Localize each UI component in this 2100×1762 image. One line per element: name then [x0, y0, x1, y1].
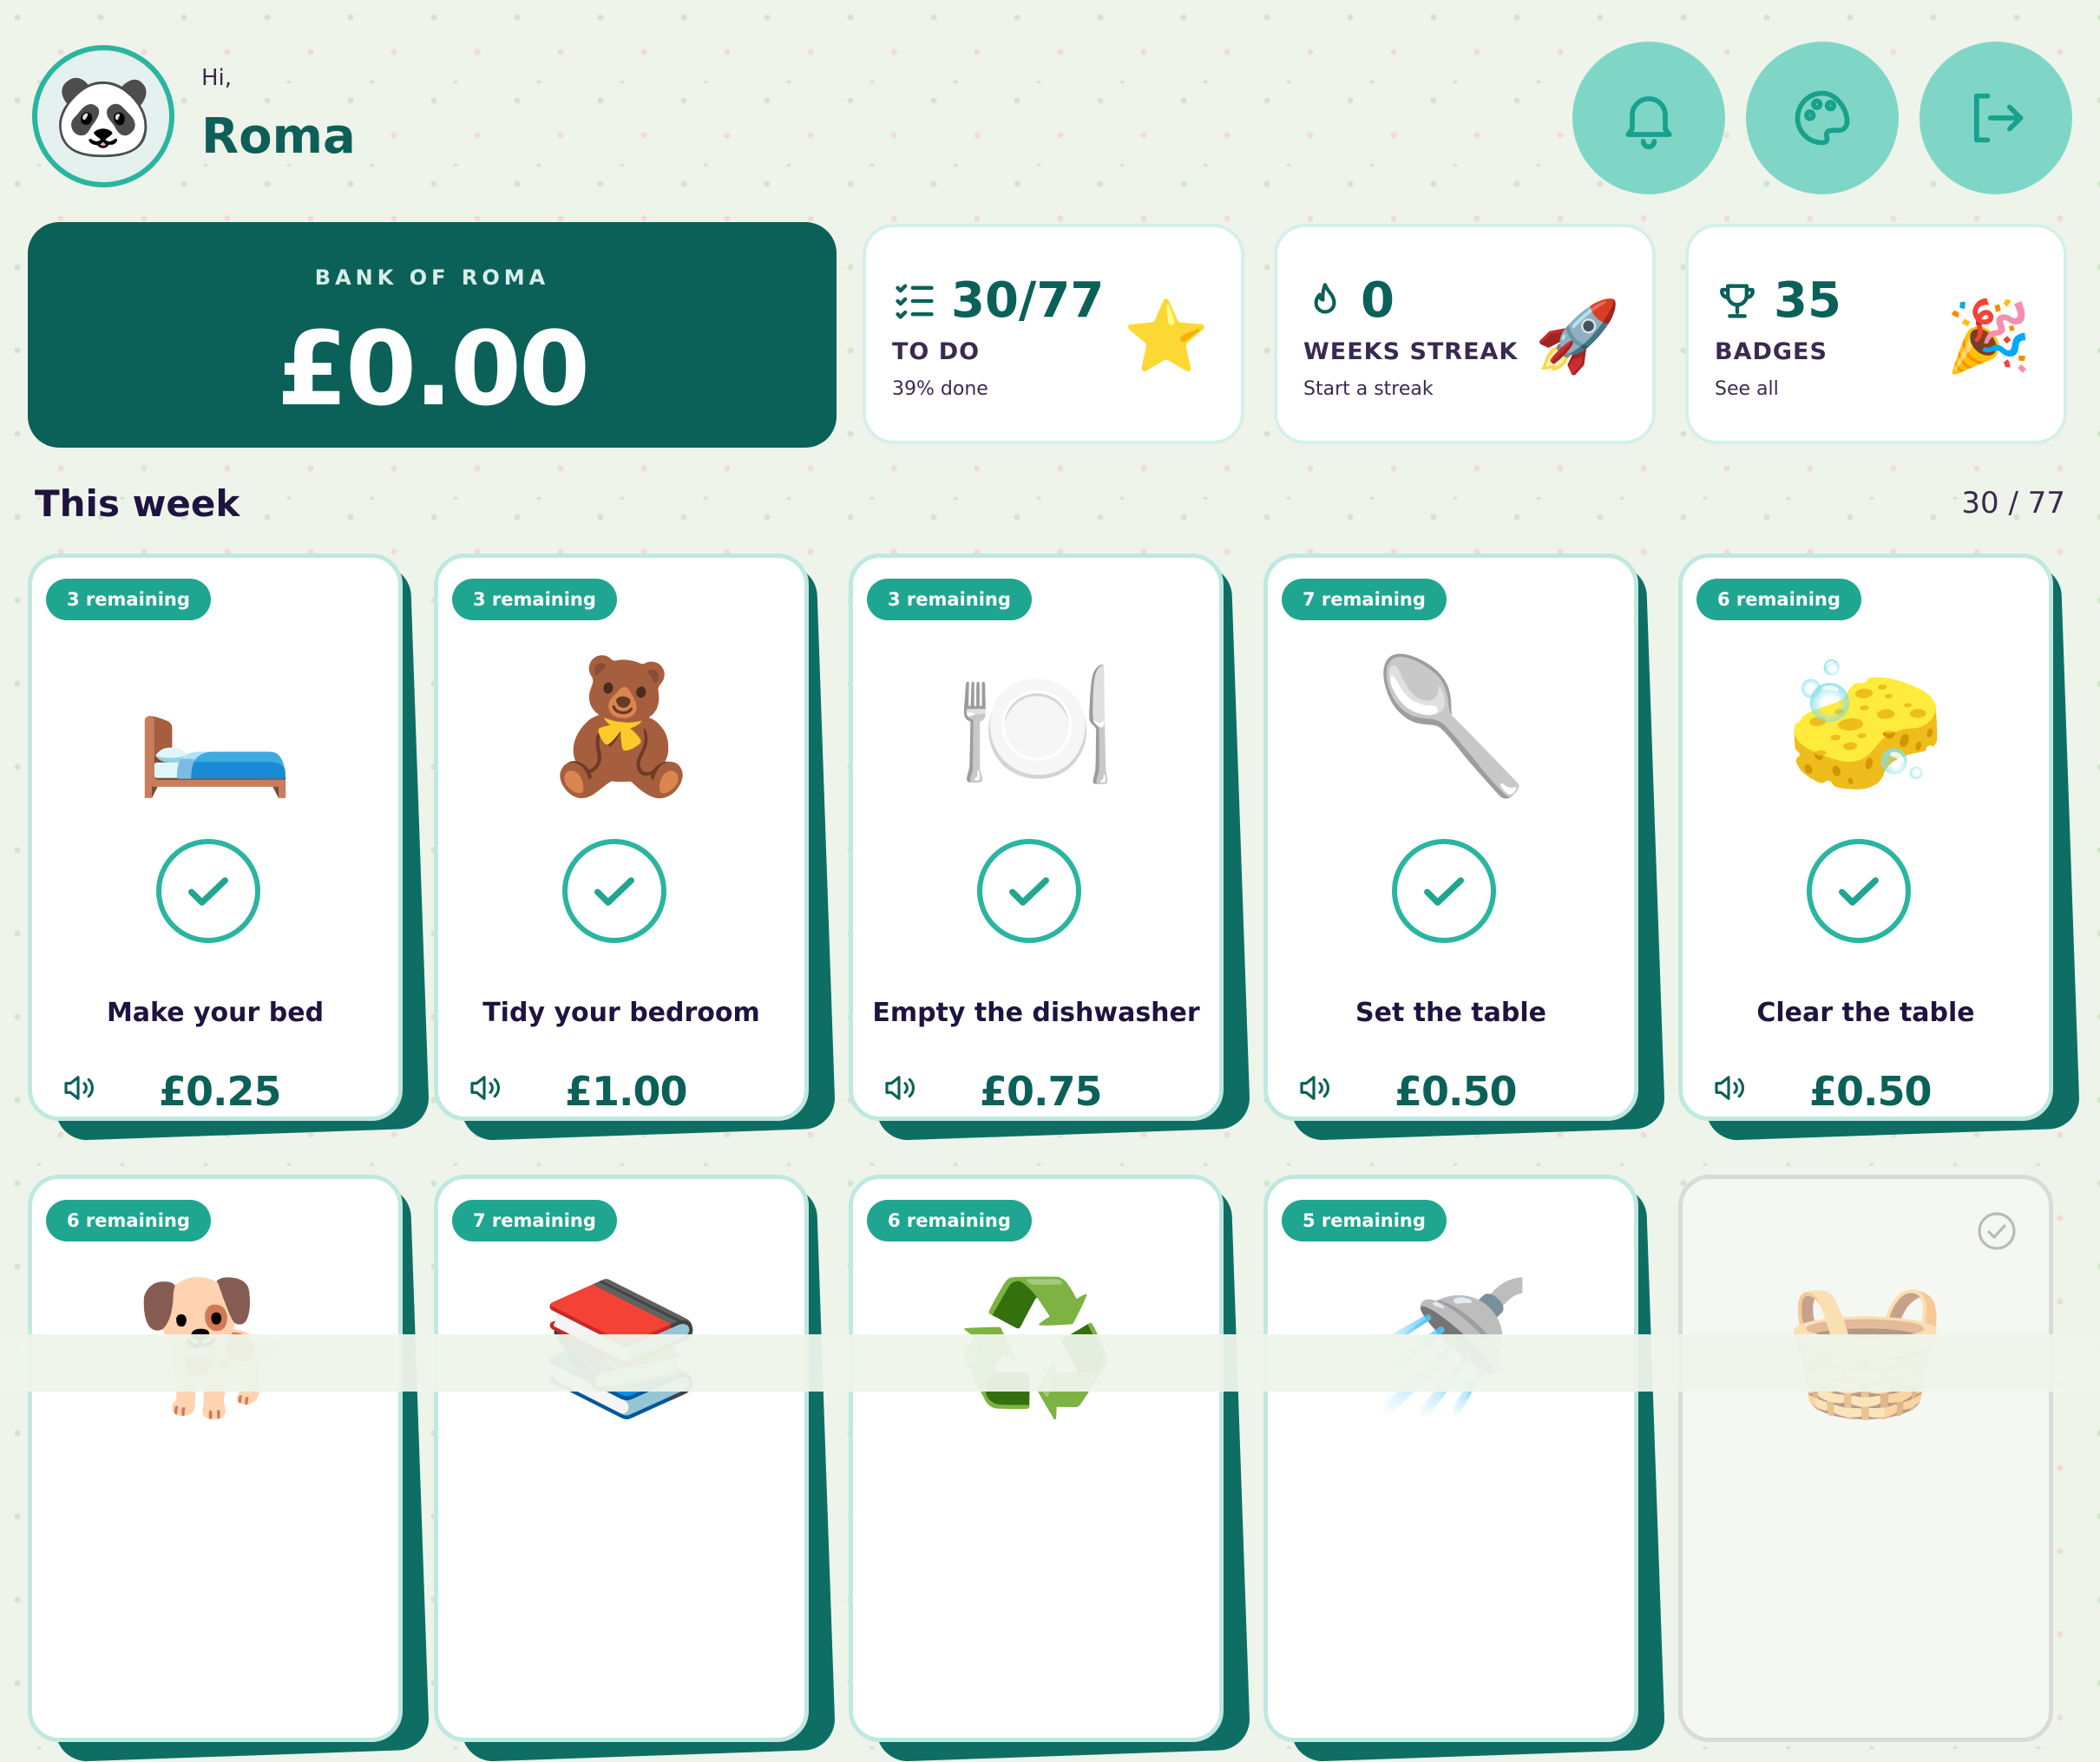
- todo-label: TO DO: [892, 338, 981, 365]
- speaker-icon[interactable]: [466, 1070, 502, 1106]
- spoon-icon: 🥄: [1369, 652, 1532, 802]
- bank-card: BANK OF ROMA £0.00: [28, 222, 837, 448]
- chore-card[interactable]: 3 remaining 🛏️ Make your bed £0.25: [28, 553, 430, 1142]
- logout-icon: [1973, 93, 2024, 143]
- remaining-badge: 5 remaining: [1282, 1200, 1447, 1241]
- chore-card-completed[interactable]: 🧺: [1678, 1175, 2058, 1754]
- card-body: 6 remaining ♻️: [849, 1175, 1224, 1742]
- chore-card[interactable]: 6 remaining 🐕: [28, 1175, 430, 1762]
- badges-value: 35: [1774, 272, 1841, 329]
- plate-icon: 🍽️: [955, 652, 1118, 802]
- check-icon: [1424, 877, 1464, 906]
- section-title: This week: [35, 482, 240, 525]
- chore-name: Clear the table: [1756, 998, 1975, 1028]
- chore-card[interactable]: 3 remaining 🧸 Tidy your bedroom £1.00: [434, 553, 837, 1142]
- flame-icon: [1314, 282, 1336, 314]
- remaining-badge: 6 remaining: [46, 1200, 211, 1241]
- speaker-icon[interactable]: [1296, 1070, 1332, 1106]
- todo-sub: 39% done: [892, 378, 988, 400]
- rocket-icon: 🚀: [1534, 296, 1621, 377]
- user-name: Roma: [201, 108, 356, 165]
- badges-card[interactable]: 35 BADGES See all 🎉: [1685, 224, 2067, 444]
- complete-button[interactable]: [1807, 839, 1911, 943]
- bottom-fade: [0, 1334, 2100, 1392]
- card-body: 7 remaining 📚: [434, 1175, 809, 1742]
- card-body: 3 remaining 🧸 Tidy your bedroom £1.00: [434, 553, 809, 1121]
- notifications-button[interactable]: [1572, 42, 1725, 194]
- remaining-badge: 3 remaining: [867, 579, 1032, 620]
- badges-see-all-link[interactable]: See all: [1715, 378, 1779, 400]
- palette-icon: [1795, 90, 1850, 146]
- avatar-emoji: 🐼: [53, 69, 154, 162]
- avatar[interactable]: 🐼: [32, 45, 174, 187]
- chore-name: Empty the dishwasher: [872, 998, 1200, 1028]
- bed-icon: 🛏️: [134, 652, 297, 802]
- chore-name: Set the table: [1355, 998, 1546, 1028]
- speaker-icon[interactable]: [1710, 1070, 1747, 1106]
- chore-card[interactable]: 5 remaining 🚿: [1263, 1175, 1666, 1762]
- check-icon: [1839, 877, 1879, 906]
- trophy-icon: [1720, 284, 1755, 318]
- speaker-icon[interactable]: [881, 1070, 917, 1106]
- streak-label: WEEKS STREAK: [1303, 338, 1519, 365]
- card-body: 5 remaining 🚿: [1263, 1175, 1638, 1742]
- checklist-icon: [896, 284, 934, 319]
- party-popper-icon: 🎉: [1946, 296, 2032, 377]
- remaining-badge: 6 remaining: [1696, 579, 1861, 620]
- chore-card[interactable]: 7 remaining 📚: [434, 1175, 837, 1762]
- star-icon: ⭐: [1123, 296, 1210, 377]
- chore-price: £0.50: [1809, 1068, 1933, 1115]
- card-body: 🧺: [1678, 1175, 2053, 1742]
- chore-card[interactable]: 6 remaining 🧽 Clear the table £0.50: [1678, 553, 2081, 1142]
- check-icon: [594, 877, 634, 906]
- theme-button[interactable]: [1746, 42, 1899, 194]
- check-icon: [1009, 877, 1049, 906]
- todo-card[interactable]: 30/77 TO DO 39% done ⭐: [863, 224, 1244, 444]
- card-body: 7 remaining 🥄 Set the table £0.50: [1263, 553, 1638, 1121]
- todo-value: 30/77: [951, 272, 1105, 329]
- streak-card[interactable]: 0 WEEKS STREAK Start a streak 🚀: [1274, 224, 1656, 444]
- chore-price: £0.25: [159, 1068, 282, 1115]
- remaining-badge: 7 remaining: [452, 1200, 617, 1241]
- greeting: Hi,: [201, 65, 233, 91]
- streak-value: 0: [1361, 272, 1395, 329]
- remaining-badge: 6 remaining: [867, 1200, 1032, 1241]
- bell-icon: [1625, 96, 1672, 150]
- completed-check-icon: [1978, 1212, 2016, 1250]
- remaining-badge: 7 remaining: [1282, 579, 1447, 620]
- card-body: 3 remaining 🍽️ Empty the dishwasher £0.7…: [849, 553, 1224, 1121]
- bank-label: BANK OF ROMA: [314, 265, 550, 290]
- streak-sub: Start a streak: [1303, 378, 1434, 400]
- chore-price: £0.50: [1395, 1068, 1518, 1115]
- sponge-icon: 🧽: [1784, 652, 1947, 802]
- remaining-badge: 3 remaining: [46, 579, 211, 620]
- chore-price: £0.75: [980, 1068, 1103, 1115]
- chore-card[interactable]: 6 remaining ♻️: [849, 1175, 1251, 1762]
- card-body: 6 remaining 🐕: [28, 1175, 403, 1742]
- remaining-badge: 3 remaining: [452, 579, 617, 620]
- chore-name: Make your bed: [106, 998, 325, 1028]
- section-count: 30 / 77: [1961, 486, 2065, 521]
- complete-button[interactable]: [156, 839, 260, 943]
- chore-card[interactable]: 7 remaining 🥄 Set the table £0.50: [1263, 553, 1666, 1142]
- chore-price: £1.00: [565, 1068, 688, 1115]
- card-body: 6 remaining 🧽 Clear the table £0.50: [1678, 553, 2053, 1121]
- bank-balance: £0.00: [276, 309, 590, 429]
- chore-name: Tidy your bedroom: [482, 998, 760, 1028]
- complete-button[interactable]: [562, 839, 666, 943]
- check-icon: [188, 877, 228, 906]
- badges-label: BADGES: [1715, 338, 1828, 365]
- teddy-bear-icon: 🧸: [540, 652, 703, 802]
- card-body: 3 remaining 🛏️ Make your bed £0.25: [28, 553, 403, 1121]
- complete-button[interactable]: [1392, 839, 1496, 943]
- complete-button[interactable]: [977, 839, 1081, 943]
- logout-button[interactable]: [1920, 42, 2072, 194]
- chore-card[interactable]: 3 remaining 🍽️ Empty the dishwasher £0.7…: [849, 553, 1251, 1142]
- speaker-icon[interactable]: [60, 1070, 96, 1106]
